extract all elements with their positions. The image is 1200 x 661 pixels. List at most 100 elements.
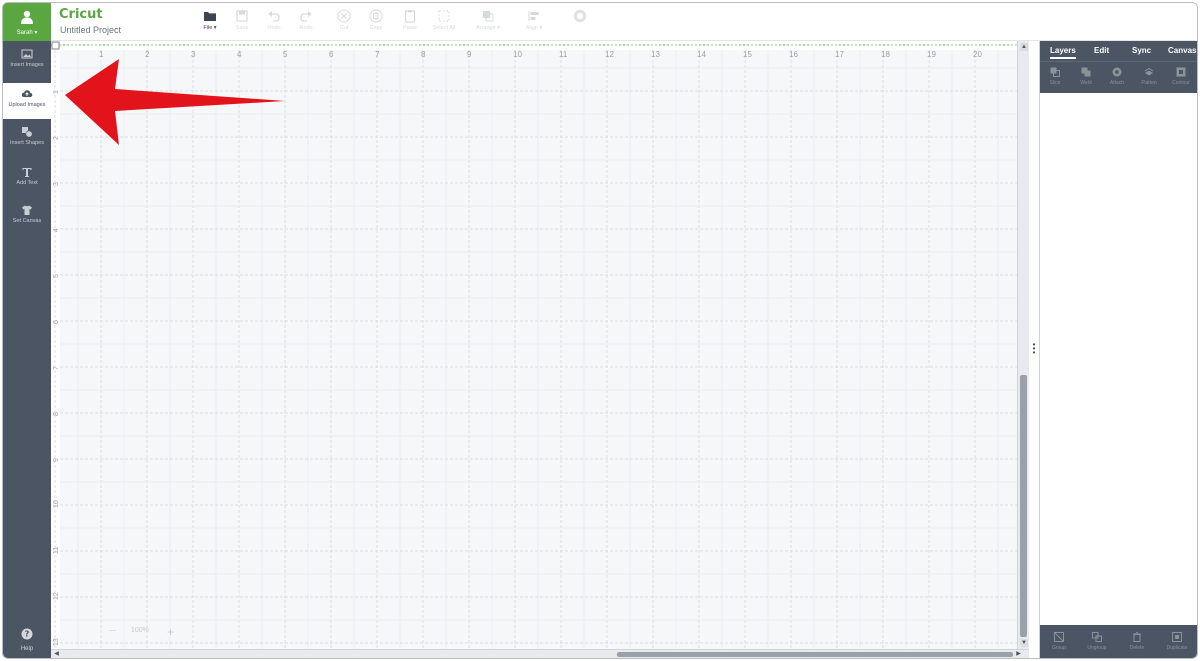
paste-label: Paste [402,25,418,31]
left-sidebar: Sarah ▾ Insert Images Upload Images Inse… [3,3,51,658]
redo-button[interactable]: Redo [291,9,321,37]
save-icon [236,10,248,22]
copy-label: Copy [369,25,383,31]
cloud-upload-icon [21,90,33,97]
ruler-top-label: 9 [467,50,472,59]
scroll-right-arrow[interactable]: ▶ [1015,651,1022,658]
folder-icon [204,12,216,21]
duplicate-button[interactable]: Duplicate [1162,627,1192,657]
file-menu-button[interactable]: File ▾ [195,9,225,37]
ruler-corner [51,41,60,50]
select-all-icon [438,10,450,22]
attach-button[interactable]: Attach [1102,62,1132,92]
project-title[interactable]: Untitled Project [60,25,121,35]
vertical-scrollbar[interactable]: ▲ ▼ [1017,41,1029,651]
scroll-down-arrow[interactable]: ▼ [1020,639,1028,647]
panel-splitter[interactable]: • • • [1029,41,1039,658]
panel-tabs: Layers Edit Sync Canvas [1040,41,1197,61]
add-text-button[interactable]: Add Text [3,161,51,197]
align-menu-button[interactable]: Align ▾ [519,9,549,37]
ruler-top-label: 12 [605,50,614,59]
ruler-left-label: 10 [53,500,60,508]
ruler-left-label: 1 [53,90,60,94]
contour-button[interactable]: Contour [1166,62,1196,92]
drag-handle-icon[interactable]: • • • [1031,341,1037,357]
zoom-out-button[interactable]: — [109,627,116,634]
align-label: Align ▾ [525,25,543,31]
tab-layers[interactable]: Layers [1050,46,1076,59]
duplicate-icon [1172,632,1182,642]
layer-actions: Group Ungroup Delete Duplicate [1040,625,1197,658]
set-canvas-label: Set Canvas [12,218,42,224]
select-all-button[interactable]: Select All [429,9,459,37]
zoom-level: 100% [131,627,149,634]
ungroup-icon [1092,632,1102,642]
top-toolbar: Cricut Untitled Project File ▾ Save Undo… [51,3,1197,41]
ruler-top-label: 13 [651,50,660,59]
contour-icon [1176,67,1186,77]
red-arrow-annotation [65,59,285,145]
ruler-top-label: 20 [973,50,982,59]
help-button[interactable]: ? Help [3,625,51,658]
undo-icon [268,11,280,22]
paste-icon [404,10,416,23]
group-button[interactable]: Group [1044,627,1074,657]
insert-images-label: Insert Images [10,62,44,68]
ruler-top-label: 16 [789,50,798,59]
weld-button[interactable]: Weld [1071,62,1101,92]
help-icon: ? [21,628,33,640]
ruler-top-label: 10 [513,50,522,59]
insert-shapes-button[interactable]: Insert Shapes [3,121,51,157]
redo-icon [300,11,312,22]
scroll-left-arrow[interactable]: ◀ [53,651,60,658]
copy-button[interactable]: Copy [361,9,391,37]
zoom-in-button[interactable]: + [167,625,174,639]
contour-label: Contour [1172,80,1190,86]
ruler-top-label: 7 [375,50,380,59]
paste-button[interactable]: Paste [395,9,425,37]
ruler-top-label: 11 [559,50,568,59]
copy-icon [369,9,383,23]
user-icon [21,10,33,24]
cut-button[interactable]: Cut [329,9,359,37]
help-round-button[interactable] [565,9,595,37]
add-text-label: Add Text [16,180,38,186]
insert-images-button[interactable]: Insert Images [3,43,51,79]
flatten-button[interactable]: Flatten [1134,62,1164,92]
ruler-top-label: 8 [421,50,426,59]
upload-images-button[interactable]: Upload Images [3,83,51,119]
delete-label: Delete [1129,645,1145,651]
ruler-top-label: 15 [743,50,752,59]
ruler-top-label: 6 [329,50,334,59]
set-canvas-button[interactable]: Set Canvas [3,199,51,235]
save-button[interactable]: Save [227,9,257,37]
ungroup-button[interactable]: Ungroup [1082,627,1112,657]
tab-edit[interactable]: Edit [1094,46,1109,55]
ruler-left-label: 3 [53,182,60,186]
horizontal-scroll-thumb[interactable] [617,652,1013,657]
scroll-up-arrow[interactable]: ▲ [1020,43,1028,51]
tab-sync[interactable]: Sync [1132,46,1151,55]
delete-button[interactable]: Delete [1122,627,1152,657]
user-menu[interactable]: Sarah ▾ [3,3,51,41]
image-icon [21,49,33,59]
shirt-icon [22,205,32,215]
ruler-left-label: 9 [53,458,60,462]
tab-canvas[interactable]: Canvas [1168,46,1196,55]
help-circle-icon [573,9,587,23]
horizontal-scrollbar[interactable]: ◀ ▶ [51,649,1029,658]
ruler-left-label: 12 [53,592,60,600]
arrange-icon [483,11,494,22]
ruler-left-label: 13 [53,638,60,646]
undo-button[interactable]: Undo [259,9,289,37]
slice-icon [1050,67,1060,77]
ungroup-label: Ungroup [1087,645,1107,651]
vertical-scroll-thumb[interactable] [1020,375,1027,637]
ruler-top-label: 4 [237,50,242,59]
shapes-icon [22,127,33,138]
slice-button[interactable]: Slice [1040,62,1070,92]
ruler-left-label: 7 [53,366,60,370]
arrange-label: Arrange ▾ [476,25,500,31]
arrange-menu-button[interactable]: Arrange ▾ [473,9,503,37]
svg-text:?: ? [25,630,30,639]
